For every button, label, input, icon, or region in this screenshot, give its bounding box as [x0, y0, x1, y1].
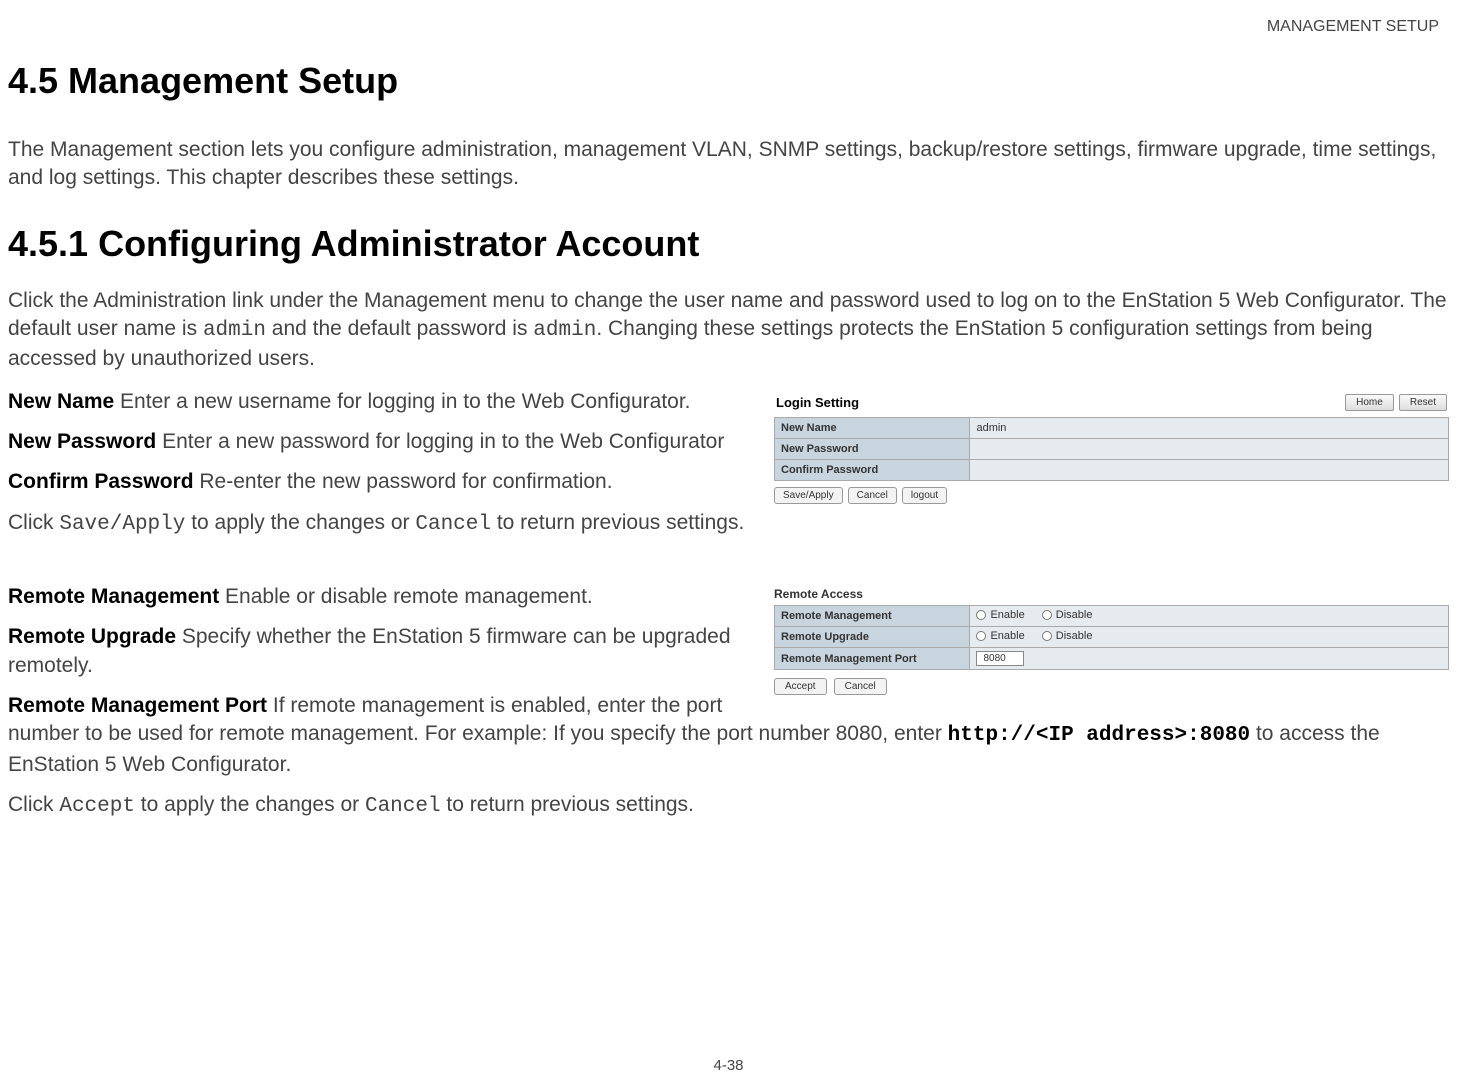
save-line-post: to return previous settings. [491, 511, 744, 534]
accept-line: Click Accept to apply the changes or Can… [8, 791, 1449, 821]
table-row: Confirm Password [775, 459, 1449, 480]
admin-intro-code2: admin [533, 319, 596, 342]
accept-line-post: to return previous settings. [441, 793, 694, 816]
fig2-rm-label: Remote Management [775, 606, 970, 627]
radio-icon [1042, 610, 1052, 620]
admin-intro-code1: admin [203, 319, 266, 342]
table-row: New Password [775, 438, 1449, 459]
figure-login-setting: Login Setting Home Reset New Name admin … [774, 388, 1449, 508]
heading-main: 4.5 Management Setup [8, 60, 1449, 102]
running-head: MANAGEMENT SETUP [1267, 18, 1439, 36]
fig2-ru-enable-label: Enable [990, 630, 1024, 642]
rm-label: Remote Management [8, 585, 219, 608]
fig1-home-button[interactable]: Home [1345, 394, 1394, 411]
accept-line-code2: Cancel [365, 795, 441, 818]
field-new-password-label: New Password [8, 430, 156, 453]
table-row: Remote Upgrade Enable Disable [775, 627, 1449, 648]
rmp-code: http://<IP address>:8080 [948, 724, 1250, 747]
accept-line-code1: Accept [59, 795, 135, 818]
fig1-save-button[interactable]: Save/Apply [774, 487, 843, 504]
intro-paragraph: The Management section lets you configur… [8, 136, 1449, 193]
fig1-title: Login Setting [776, 395, 859, 410]
table-row: New Name admin [775, 417, 1449, 438]
fig1-new-password-label: New Password [775, 438, 970, 459]
fig1-logout-button[interactable]: logout [902, 487, 947, 504]
admin-intro-mid: and the default password is [266, 317, 533, 340]
field-confirm-password-desc: Re-enter the new password for confirmati… [194, 470, 613, 493]
rmp-label: Remote Management Port [8, 694, 267, 717]
fig2-accept-button[interactable]: Accept [774, 678, 827, 695]
fig2-rm-disable-label: Disable [1056, 609, 1093, 621]
fig2-rm-options: Enable Disable [970, 606, 1449, 627]
fig1-cancel-button[interactable]: Cancel [848, 487, 897, 504]
fig1-reset-button[interactable]: Reset [1399, 394, 1447, 411]
fig1-new-password-value[interactable] [970, 438, 1449, 459]
fig2-cancel-button[interactable]: Cancel [834, 678, 887, 695]
fig2-ru-enable-radio[interactable]: Enable [976, 630, 1024, 642]
field-new-password-desc: Enter a new password for logging in to t… [156, 430, 724, 453]
table-row: Remote Management Port 8080 [775, 648, 1449, 670]
fig2-rmp-value-cell: 8080 [970, 648, 1449, 670]
fig2-ru-disable-label: Disable [1056, 630, 1093, 642]
fig2-rmp-input[interactable]: 8080 [976, 651, 1024, 666]
fig1-confirm-password-label: Confirm Password [775, 459, 970, 480]
fig2-rmp-label: Remote Management Port [775, 648, 970, 670]
figure-remote-access: Remote Access Remote Management Enable D… [774, 583, 1449, 699]
page-number: 4-38 [0, 1057, 1457, 1074]
save-line-code2: Cancel [415, 513, 491, 536]
fig2-ru-options: Enable Disable [970, 627, 1449, 648]
accept-line-mid: to apply the changes or [135, 793, 365, 816]
save-line-pre: Click [8, 511, 59, 534]
fig1-new-name-value[interactable]: admin [970, 417, 1449, 438]
fig1-new-name-label: New Name [775, 417, 970, 438]
fig2-ru-label: Remote Upgrade [775, 627, 970, 648]
heading-sub1: 4.5.1 Configuring Administrator Account [8, 223, 1449, 265]
rm-desc: Enable or disable remote management. [219, 585, 593, 608]
field-new-name-desc: Enter a new username for logging in to t… [114, 390, 690, 413]
fig2-ru-disable-radio[interactable]: Disable [1042, 630, 1093, 642]
ru-label: Remote Upgrade [8, 625, 176, 648]
fig1-confirm-password-value[interactable] [970, 459, 1449, 480]
radio-icon [1042, 631, 1052, 641]
accept-line-pre: Click [8, 793, 59, 816]
save-apply-line: Click Save/Apply to apply the changes or… [8, 509, 1449, 539]
fig2-rm-enable-radio[interactable]: Enable [976, 609, 1024, 621]
save-line-code1: Save/Apply [59, 513, 185, 536]
radio-icon [976, 631, 986, 641]
fig2-title: Remote Access [774, 583, 1449, 605]
admin-intro: Click the Administration link under the … [8, 287, 1449, 374]
field-confirm-password-label: Confirm Password [8, 470, 194, 493]
radio-icon [976, 610, 986, 620]
fig2-rm-enable-label: Enable [990, 609, 1024, 621]
field-remote-management-port: Remote Management Port If remote managem… [8, 692, 1449, 779]
table-row: Remote Management Enable Disable [775, 606, 1449, 627]
fig2-rm-disable-radio[interactable]: Disable [1042, 609, 1093, 621]
save-line-mid: to apply the changes or [185, 511, 415, 534]
field-new-name-label: New Name [8, 390, 114, 413]
